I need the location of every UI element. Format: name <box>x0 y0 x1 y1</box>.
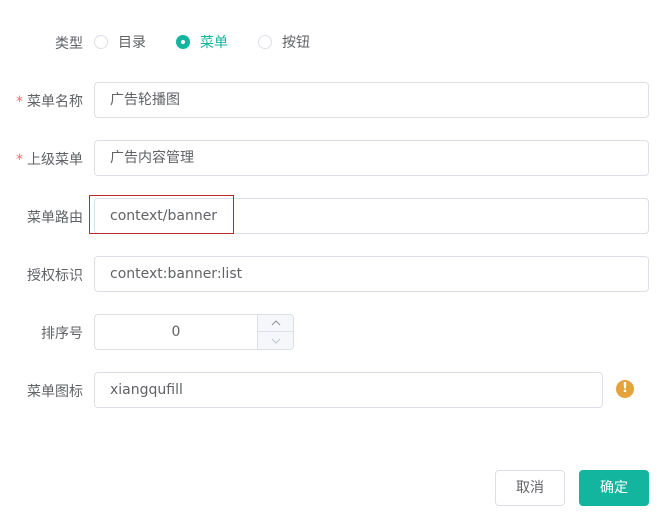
type-radio-group: 目录 菜单 按钮 <box>94 32 340 52</box>
permission-label: 授权标识 <box>27 268 83 284</box>
menu-name-label: * 菜单名称 <box>16 94 83 110</box>
increase-button[interactable] <box>258 315 293 331</box>
radio-checked-icon <box>176 35 190 49</box>
order-value[interactable]: 0 <box>95 315 257 349</box>
radio-directory[interactable]: 目录 <box>94 32 146 52</box>
order-row: 排序号 0 <box>0 314 665 350</box>
required-mark: * <box>16 152 23 168</box>
icon-label: 菜单图标 <box>27 384 83 400</box>
radio-directory-label: 目录 <box>118 35 146 51</box>
warning-icon[interactable]: ! <box>616 380 634 398</box>
route-input[interactable]: context/banner <box>94 198 649 234</box>
radio-button-label: 按钮 <box>282 35 310 51</box>
confirm-button[interactable]: 确定 <box>579 470 649 506</box>
radio-button[interactable]: 按钮 <box>258 32 310 52</box>
order-label: 排序号 <box>41 326 83 342</box>
permission-row: 授权标识 context:banner:list <box>0 256 665 292</box>
route-label: 菜单路由 <box>27 210 83 226</box>
cancel-button[interactable]: 取消 <box>495 470 565 506</box>
menu-name-row: * 菜单名称 广告轮播图 <box>0 82 665 118</box>
parent-menu-select[interactable]: 广告内容管理 <box>94 140 649 176</box>
radio-menu-label: 菜单 <box>200 35 228 51</box>
required-mark: * <box>16 94 23 110</box>
icon-input[interactable]: xiangqufill <box>94 372 603 408</box>
decrease-button[interactable] <box>258 331 293 349</box>
parent-menu-label: * 上级菜单 <box>16 152 83 168</box>
radio-circle-icon <box>258 35 272 49</box>
radio-circle-icon <box>94 35 108 49</box>
icon-row: 菜单图标 xiangqufill ! <box>0 372 665 408</box>
menu-name-input[interactable]: 广告轮播图 <box>94 82 649 118</box>
chevron-up-icon <box>271 320 280 326</box>
type-row: 类型 目录 菜单 按钮 <box>0 32 665 52</box>
radio-menu[interactable]: 菜单 <box>176 32 228 52</box>
parent-menu-row: * 上级菜单 广告内容管理 <box>0 140 665 176</box>
route-row: 菜单路由 context/banner <box>0 198 665 234</box>
order-stepper <box>257 315 293 349</box>
permission-input[interactable]: context:banner:list <box>94 256 649 292</box>
order-number-input[interactable]: 0 <box>94 314 294 350</box>
type-label: 类型 <box>55 36 83 52</box>
chevron-down-icon <box>271 338 280 344</box>
